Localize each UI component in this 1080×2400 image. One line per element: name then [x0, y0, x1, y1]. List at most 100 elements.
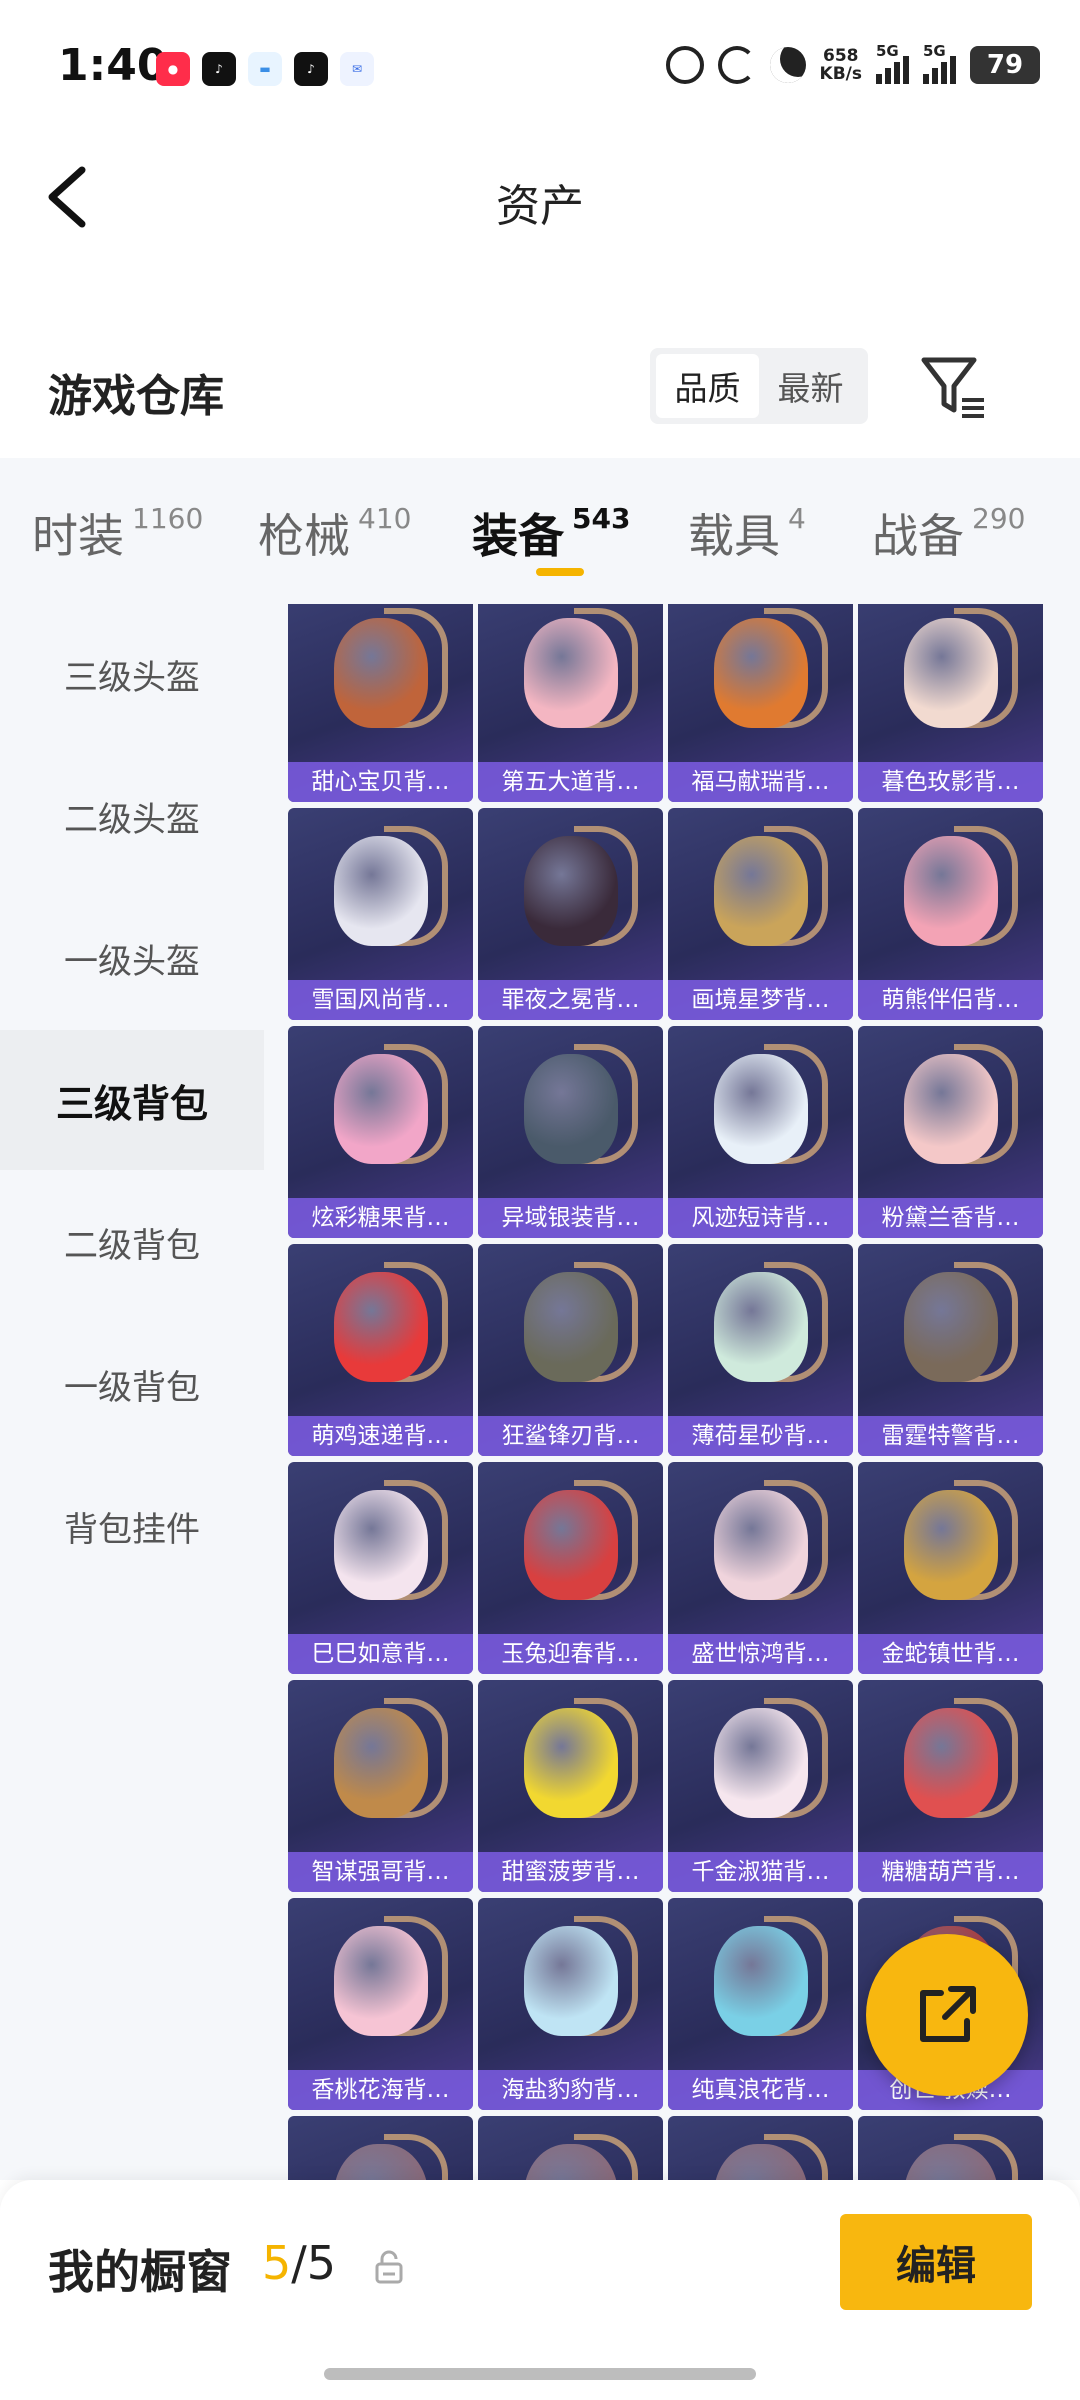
- item-card[interactable]: 萌熊伴侣背…: [858, 808, 1043, 1020]
- edit-button[interactable]: 编辑: [840, 2214, 1032, 2310]
- item-card[interactable]: 第五大道背…: [478, 604, 663, 802]
- item-card[interactable]: 智谋强哥背…: [288, 1680, 473, 1892]
- battery-icon: 79: [970, 46, 1040, 84]
- item-card[interactable]: 海盐豹豹背…: [478, 1898, 663, 2110]
- sidebar-item-backpack-1[interactable]: 一级背包: [0, 1314, 264, 1454]
- active-tab-indicator: [536, 568, 584, 576]
- item-name: 萌熊伴侣背…: [881, 987, 1020, 1013]
- asset-page: 1:40 ● ♪ ▬ ♪ ✉ 658 KB/s 5G 5G 79 资产 游戏仓库…: [0, 0, 1080, 2400]
- item-image: [334, 618, 428, 728]
- item-card[interactable]: 雪国风尚背…: [288, 808, 473, 1020]
- sort-toggle: 品质 最新: [650, 348, 868, 424]
- net-speed-value: 658: [823, 46, 859, 66]
- item-card[interactable]: [668, 2116, 853, 2180]
- sidebar-item-helmet-3[interactable]: 三级头盔: [0, 604, 264, 744]
- item-card[interactable]: 金蛇镇世背…: [858, 1462, 1043, 1674]
- item-card[interactable]: 风迹短诗背…: [668, 1026, 853, 1238]
- item-card[interactable]: 巳巳如意背…: [288, 1462, 473, 1674]
- item-image: [714, 1926, 808, 2036]
- item-card[interactable]: 异域银装背…: [478, 1026, 663, 1238]
- item-card[interactable]: 雷霆特警背…: [858, 1244, 1043, 1456]
- sort-quality-option[interactable]: 品质: [656, 354, 759, 418]
- item-card[interactable]: 糖糖葫芦背…: [858, 1680, 1043, 1892]
- item-card[interactable]: 炫彩糖果背…: [288, 1026, 473, 1238]
- home-indicator[interactable]: [324, 2368, 756, 2380]
- item-image: [334, 1054, 428, 1164]
- item-card[interactable]: 萌鸡速递背…: [288, 1244, 473, 1456]
- item-card[interactable]: 香桃花海背…: [288, 1898, 473, 2110]
- net-type: 5G: [876, 42, 899, 60]
- item-card[interactable]: 甜蜜菠萝背…: [478, 1680, 663, 1892]
- item-image: [714, 1054, 808, 1164]
- item-card[interactable]: 千金淑猫背…: [668, 1680, 853, 1892]
- sidebar-item-helmet-2[interactable]: 二级头盔: [0, 746, 264, 886]
- tab-count: 410: [358, 502, 412, 535]
- item-image: [334, 1708, 428, 1818]
- share-button[interactable]: [866, 1934, 1028, 2096]
- item-name: 盛世惊鸿背…: [691, 1641, 830, 1667]
- tab-equipment[interactable]: 装备 543: [472, 500, 630, 566]
- item-image: [904, 836, 998, 946]
- item-name: 福马献瑞背…: [691, 769, 830, 795]
- item-card[interactable]: 薄荷星砂背…: [668, 1244, 853, 1456]
- item-card[interactable]: 罪夜之冕背…: [478, 808, 663, 1020]
- item-image: [524, 1054, 618, 1164]
- item-card[interactable]: 粉黛兰香背…: [858, 1026, 1043, 1238]
- item-image: [904, 1490, 998, 1600]
- warehouse-title: 游戏仓库: [48, 371, 224, 422]
- item-card[interactable]: 甜心宝贝背…: [288, 604, 473, 802]
- filter-button[interactable]: [918, 352, 988, 422]
- item-card[interactable]: [478, 2116, 663, 2180]
- item-image: [714, 1272, 808, 1382]
- item-image: [334, 1926, 428, 2036]
- tab-guns[interactable]: 枪械 410: [258, 500, 411, 566]
- item-card[interactable]: 玉兔迎春背…: [478, 1462, 663, 1674]
- sidebar-item-backpack-3[interactable]: 三级背包: [0, 1030, 264, 1170]
- item-name: 糖糖葫芦背…: [881, 1859, 1020, 1885]
- item-card[interactable]: 纯真浪花背…: [668, 1898, 853, 2110]
- lock-icon: [375, 2250, 403, 2284]
- tab-label: 载具: [688, 509, 780, 563]
- page-title: 资产: [496, 181, 584, 232]
- sidebar-item-backpack-charm[interactable]: 背包挂件: [0, 1456, 264, 1596]
- item-name: 粉黛兰香背…: [881, 1205, 1020, 1231]
- subcategory-sidebar: 三级头盔 二级头盔 一级头盔 三级背包 二级背包 一级背包 背包挂件: [0, 604, 264, 2180]
- item-card[interactable]: 画境星梦背…: [668, 808, 853, 1020]
- signal-icon: 5G: [923, 42, 956, 84]
- item-image: [904, 1708, 998, 1818]
- tab-vehicles[interactable]: 载具 4: [688, 500, 806, 566]
- share-icon: [920, 1986, 976, 2042]
- tab-count: 290: [972, 502, 1026, 535]
- xiaohongshu-icon: ●: [156, 52, 190, 86]
- showcase-panel: 我的橱窗 5/5 编辑: [0, 2180, 1080, 2400]
- item-name: 香桃花海背…: [311, 2077, 450, 2103]
- tab-label: 装备: [472, 509, 564, 563]
- item-image: [714, 836, 808, 946]
- item-card[interactable]: [858, 2116, 1043, 2180]
- status-right: 658 KB/s 5G 5G 79: [665, 42, 1040, 84]
- wallet-icon: ▬: [248, 52, 282, 86]
- tab-gear[interactable]: 战备 290: [872, 500, 1025, 566]
- item-image: [714, 1708, 808, 1818]
- item-name: 狂鲨锋刃背…: [501, 1423, 640, 1449]
- item-image: [334, 1272, 428, 1382]
- item-name: 风迹短诗背…: [691, 1205, 830, 1231]
- showcase-count-total: 5: [306, 2236, 337, 2290]
- item-card[interactable]: 盛世惊鸿背…: [668, 1462, 853, 1674]
- item-card[interactable]: [288, 2116, 473, 2180]
- item-card[interactable]: 狂鲨锋刃背…: [478, 1244, 663, 1456]
- item-name: 第五大道背…: [501, 769, 640, 795]
- sidebar-item-backpack-2[interactable]: 二级背包: [0, 1172, 264, 1312]
- sidebar-item-helmet-1[interactable]: 一级头盔: [0, 888, 264, 1028]
- tab-fashion[interactable]: 时装 1160: [32, 500, 203, 566]
- tab-count: 1160: [132, 502, 204, 535]
- tab-label: 时装: [32, 509, 124, 563]
- item-name: 玉兔迎春背…: [501, 1641, 640, 1667]
- item-card[interactable]: 福马献瑞背…: [668, 604, 853, 802]
- item-card[interactable]: 暮色玫影背…: [858, 604, 1043, 802]
- item-name: 智谋强哥背…: [311, 1859, 450, 1885]
- item-image: [524, 1926, 618, 2036]
- showcase-count-current: 5: [262, 2236, 292, 2290]
- item-image: [904, 1054, 998, 1164]
- sort-latest-option[interactable]: 最新: [759, 354, 862, 418]
